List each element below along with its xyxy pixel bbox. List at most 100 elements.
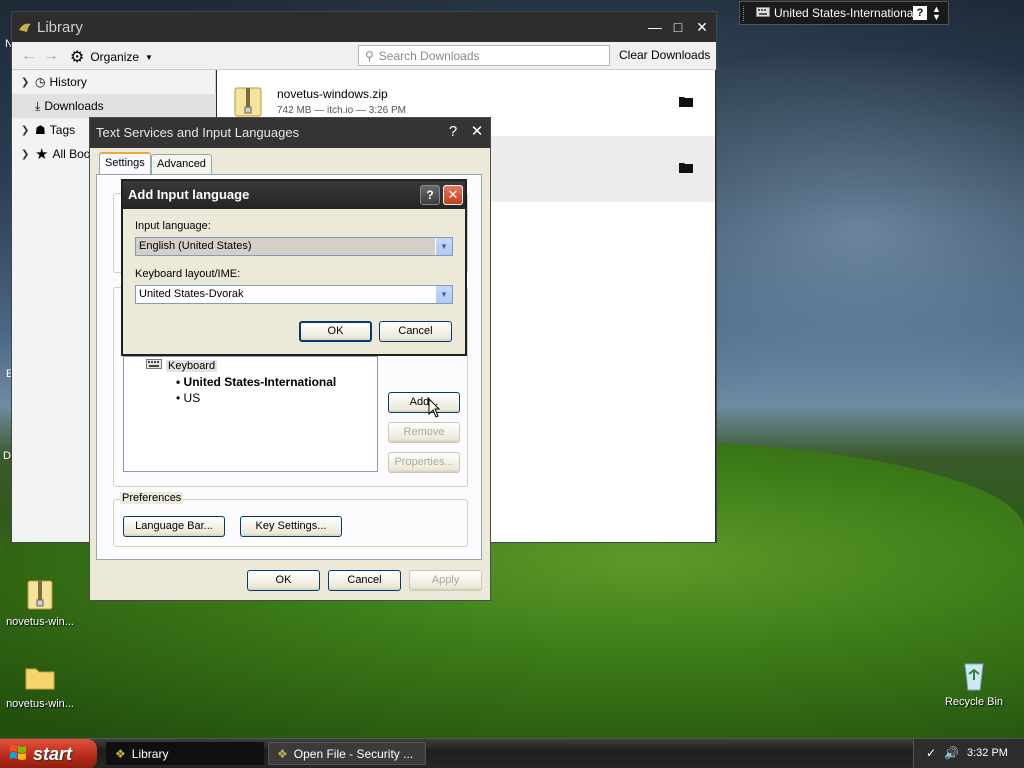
input-language-value: English (United States) (139, 240, 252, 252)
tab-advanced[interactable]: Advanced (151, 154, 212, 174)
chevron-down-icon[interactable]: ▲ ▼ (932, 5, 941, 22)
library-toolbar: ← → ⚙ Organize ▼ ⚲ Search Downloads Clea… (12, 42, 716, 70)
ok-button[interactable]: OK (299, 321, 372, 342)
organize-button[interactable]: ⚙ Organize ▼ (70, 47, 153, 67)
dropdown-arrow-icon: ▼ (145, 52, 153, 62)
text-services-title: Text Services and Input Languages (96, 125, 300, 140)
start-button[interactable]: start (0, 739, 97, 768)
clock-icon: ◷ (35, 75, 46, 89)
forward-arrow-icon[interactable]: → (43, 47, 59, 65)
remove-button[interactable]: Remove (388, 422, 460, 443)
language-bar-button[interactable]: Language Bar... (123, 516, 225, 537)
minimize-icon[interactable]: — (646, 18, 664, 36)
add-input-language-dialog: Add Input language ? ✕ Input language: E… (121, 179, 467, 356)
keyboard-icon (756, 6, 770, 20)
language-bar-help-icon[interactable]: ? (913, 6, 927, 20)
desktop-icon-recycle-bin[interactable]: Recycle Bin (934, 658, 1014, 708)
search-downloads-input[interactable]: ⚲ Search Downloads (358, 45, 610, 66)
keyboard-category: Keyboard (146, 359, 218, 372)
close-icon[interactable]: ✕ (443, 185, 463, 205)
desktop-icon-label: Recycle Bin (944, 696, 1004, 708)
taskbar-item-label: Library (131, 746, 169, 761)
zip-file-icon (23, 578, 57, 612)
apply-button[interactable]: Apply (409, 570, 482, 591)
list-item[interactable]: • United States-International (176, 375, 336, 389)
close-icon[interactable]: ✕ (468, 123, 486, 141)
ok-button[interactable]: OK (247, 570, 320, 591)
text-services-tabs: Settings Advanced (96, 152, 486, 174)
start-label: start (33, 743, 73, 764)
cancel-button[interactable]: Cancel (379, 321, 452, 342)
folder-icon[interactable] (679, 161, 693, 173)
taskbar-item-open-file-security[interactable]: ❖ Open File - Security ... (268, 742, 426, 765)
add-button[interactable]: Add... (388, 392, 460, 413)
chevron-down-icon[interactable]: ▼ (435, 238, 452, 255)
maximize-icon[interactable]: □ (669, 18, 687, 36)
library-title: Library (37, 19, 83, 36)
language-bar-grip[interactable] (743, 6, 746, 21)
search-placeholder: Search Downloads (378, 48, 480, 63)
keyboard-category-label: Keyboard (166, 359, 218, 372)
sidebar-item-label: History (49, 75, 87, 89)
mouse-cursor-icon (428, 397, 441, 421)
keyboard-layout-select[interactable]: United States-Dvorak ▼ (135, 285, 453, 304)
cancel-button[interactable]: Cancel (328, 570, 401, 591)
properties-button[interactable]: Properties... (388, 452, 460, 473)
help-icon[interactable]: ? (444, 123, 462, 141)
sidebar-item-history[interactable]: ❯ ◷ History (12, 70, 216, 94)
input-language-select[interactable]: English (United States) ▼ (135, 237, 453, 256)
search-icon: ⚲ (365, 48, 374, 63)
installed-services-list[interactable]: Keyboard • United States-International •… (123, 356, 378, 472)
add-input-language-title: Add Input language (128, 187, 250, 202)
organize-label: Organize (90, 50, 140, 64)
download-filename: novetus-windows.zip (277, 87, 388, 101)
gear-icon: ⚙ (70, 49, 85, 66)
input-language-label: Input language: (135, 220, 211, 232)
language-bar-current-language[interactable]: United States-International (774, 6, 916, 20)
library-icon: ❖ (115, 746, 126, 761)
keyboard-layout-value: United States-Dvorak (139, 288, 244, 300)
list-item[interactable]: • US (176, 391, 200, 405)
desktop-icon-novetus-zip[interactable]: novetus-win... (0, 578, 80, 628)
help-icon[interactable]: ? (420, 185, 440, 205)
close-icon[interactable]: ✕ (693, 18, 711, 36)
system-tray: ✓ 🔊 3:32 PM (913, 739, 1024, 768)
windows-logo-icon (9, 743, 27, 766)
desktop-icon-label: novetus-win... (6, 698, 74, 710)
expand-arrow-icon[interactable]: ❯ (21, 149, 31, 160)
folder-icon[interactable] (679, 95, 693, 107)
list-item-label: United States-International (183, 375, 337, 389)
folder-icon (23, 660, 57, 694)
text-services-titlebar[interactable]: Text Services and Input Languages ? ✕ (90, 118, 490, 148)
desktop-icon-novetus-folder[interactable]: novetus-win... (0, 660, 80, 710)
desktop-icon-label: novetus-win... (6, 616, 74, 628)
expand-arrow-icon[interactable]: ❯ (21, 77, 31, 88)
expand-arrow-icon[interactable]: ❯ (21, 125, 31, 136)
keyboard-layout-label: Keyboard layout/IME: (135, 268, 241, 280)
desktop-edge-letter-3: D (3, 450, 11, 462)
volume-icon[interactable]: 🔊 (944, 746, 959, 760)
tab-settings[interactable]: Settings (99, 152, 151, 174)
sidebar-item-label: Downloads (44, 99, 104, 113)
preferences-title: Preferences (120, 492, 184, 504)
chevron-down-icon[interactable]: ▼ (435, 286, 452, 303)
keyboard-icon (146, 359, 162, 372)
add-input-language-titlebar[interactable]: Add Input language ? ✕ (123, 181, 465, 209)
language-bar[interactable]: United States-International ? ▲ ▼ (739, 1, 949, 25)
list-item-label: US (183, 391, 201, 405)
recycle-bin-icon (957, 658, 991, 692)
network-icon[interactable]: ✓ (926, 746, 936, 760)
key-settings-button[interactable]: Key Settings... (240, 516, 342, 537)
back-arrow-icon[interactable]: ← (21, 47, 37, 65)
security-icon: ❖ (277, 746, 288, 761)
sidebar-item-downloads[interactable]: ⤓ Downloads (12, 94, 216, 118)
taskbar: start ❖ Library ❖ Open File - Security .… (0, 738, 1024, 768)
preferences-group: Preferences Language Bar... Key Settings… (113, 492, 468, 547)
clock-time[interactable]: 3:32 PM (967, 747, 1008, 759)
taskbar-item-library[interactable]: ❖ Library (106, 742, 264, 765)
library-titlebar[interactable]: Library — □ ✕ (12, 12, 716, 42)
taskbar-item-label: Open File - Security ... (293, 746, 414, 761)
zip-file-icon (231, 85, 265, 119)
clear-downloads-button[interactable]: Clear Downloads (619, 48, 710, 62)
tag-icon: ☗ (35, 123, 46, 137)
